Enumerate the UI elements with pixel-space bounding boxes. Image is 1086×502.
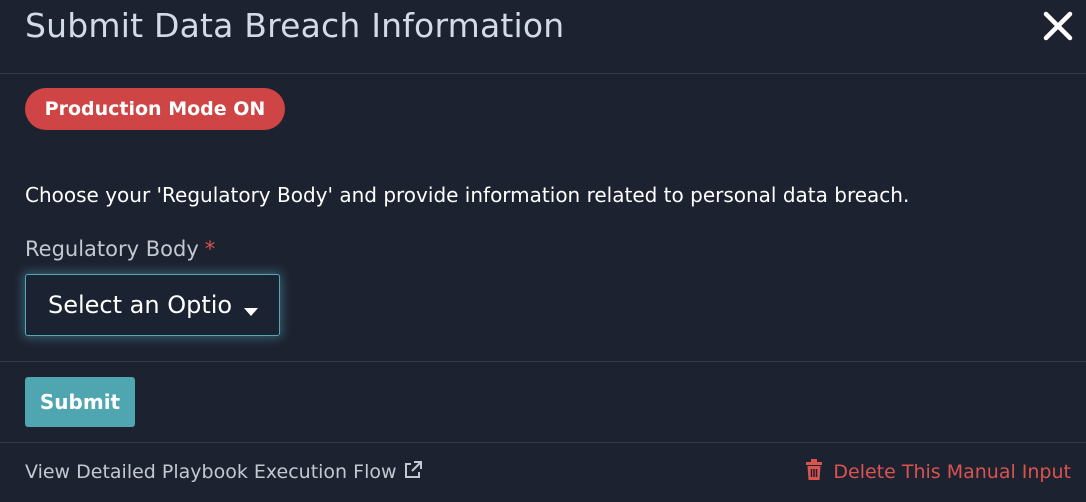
playbook-link-label: View Detailed Playbook Execution Flow bbox=[25, 461, 397, 483]
trash-icon bbox=[805, 459, 823, 481]
divider bbox=[0, 361, 1086, 362]
playbook-execution-flow-link[interactable]: View Detailed Playbook Execution Flow bbox=[25, 457, 423, 487]
submit-button[interactable]: Submit bbox=[25, 377, 135, 427]
regulatory-body-select[interactable]: Select an Option bbox=[25, 274, 280, 336]
modal-header: Submit Data Breach Information bbox=[0, 0, 1086, 74]
modal-title: Submit Data Breach Information bbox=[25, 6, 565, 45]
footer-divider bbox=[0, 442, 1086, 443]
delete-link-label: Delete This Manual Input bbox=[833, 461, 1071, 483]
external-link-icon bbox=[403, 459, 423, 479]
close-icon[interactable] bbox=[1040, 8, 1076, 44]
production-mode-badge: Production Mode ON bbox=[25, 88, 285, 130]
caret-down-icon bbox=[243, 302, 259, 316]
regulatory-body-label: Regulatory Body * bbox=[25, 234, 215, 264]
regulatory-body-select-value: Select an Option bbox=[48, 291, 234, 319]
required-marker: * bbox=[204, 237, 216, 261]
instruction-text: Choose your 'Regulatory Body' and provid… bbox=[25, 183, 910, 207]
regulatory-body-label-text: Regulatory Body bbox=[25, 237, 199, 261]
data-breach-modal: Submit Data Breach Information Productio… bbox=[0, 0, 1086, 502]
delete-manual-input-link[interactable]: Delete This Manual Input bbox=[805, 457, 1071, 487]
